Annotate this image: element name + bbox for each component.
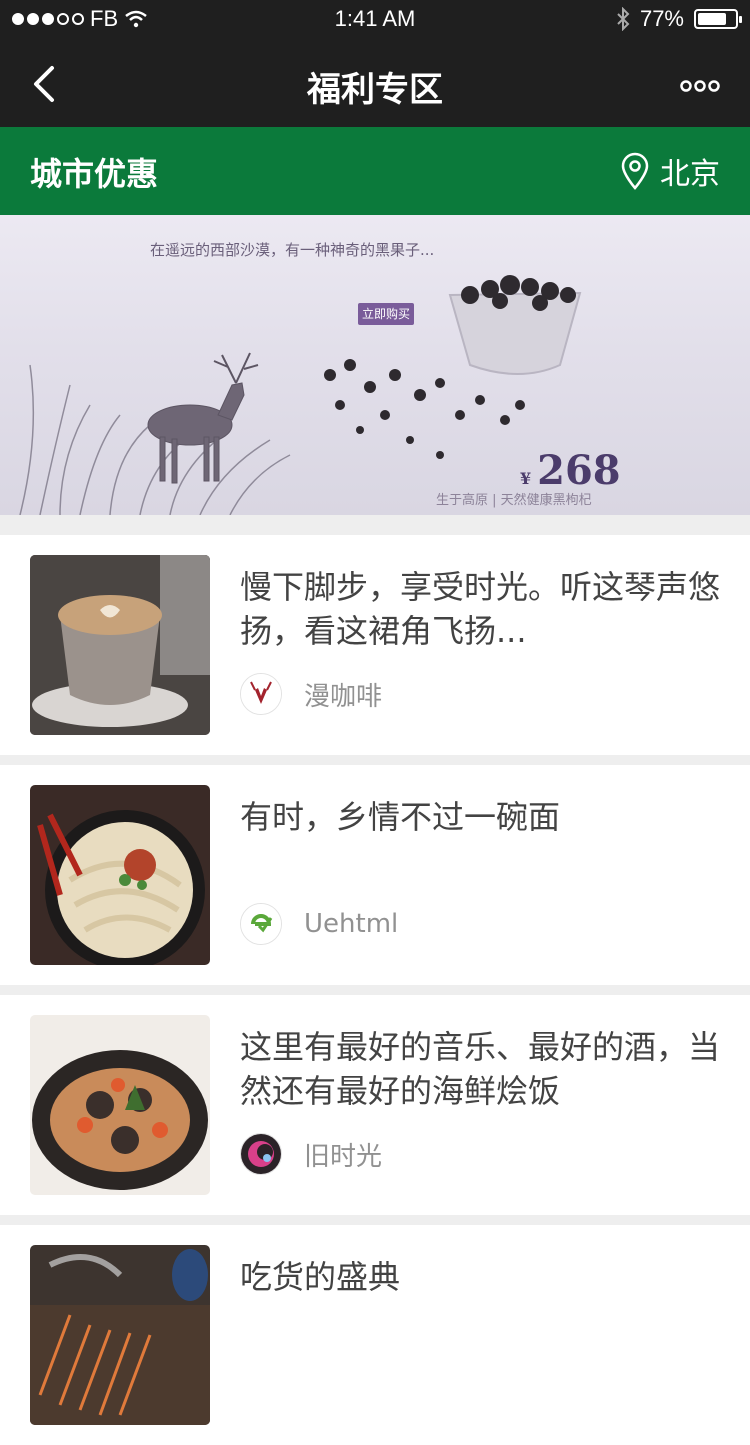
status-right: 77% (616, 6, 742, 32)
more-icon[interactable] (680, 76, 720, 96)
article-card[interactable]: 吃货的盛典 (0, 1225, 750, 1445)
article-title: 有时，乡情不过一碗面 (240, 798, 561, 836)
author-avatar (240, 1133, 282, 1175)
author-name: 旧时光 (304, 1141, 383, 1172)
battery-icon (694, 9, 742, 29)
banner-artwork (19, 275, 582, 515)
battery-percent: 77% (639, 6, 684, 31)
location-pin-icon (621, 152, 649, 190)
article-title: 这里有最好的音乐、最好的酒，当然还有最好的海鲜烩饭 (240, 1028, 721, 1110)
price-value: 268 (537, 447, 621, 494)
author-name: 漫咖啡 (304, 681, 383, 712)
nav-bar: 福利专区 (0, 40, 750, 127)
city-selector[interactable]: 北京 (620, 149, 720, 193)
article-thumbnail (30, 1015, 210, 1195)
article-thumbnail (30, 785, 210, 965)
article-title: 慢下脚步，享受时光。听这琴声悠扬，看这裙角飞扬... (240, 568, 721, 650)
article-thumbnail (30, 555, 210, 735)
author-avatar (240, 903, 282, 945)
article-author[interactable]: 漫咖啡 (240, 673, 382, 715)
nav-title: 福利专区 (307, 70, 443, 110)
city-deals-header: 城市优惠 北京 (0, 127, 750, 215)
battery-level-fill (698, 13, 726, 25)
city-label: 北京 (660, 157, 720, 192)
article-card[interactable]: 有时，乡情不过一碗面 Uehtml (0, 765, 750, 985)
bluetooth-icon (617, 7, 630, 31)
article-title: 吃货的盛典 (240, 1258, 401, 1296)
status-bar: FB 1:41 AM 77% (0, 0, 750, 40)
banner-subtitle: 生于高原 | 天然健康黑枸杞 (436, 493, 592, 508)
promo-banner[interactable]: 在遥远的西部沙漠，有一种神奇的黑果子... 立即购买 ¥ 268 生于高原 | … (0, 215, 750, 515)
article-card[interactable]: 这里有最好的音乐、最好的酒，当然还有最好的海鲜烩饭 旧时光 (0, 995, 750, 1215)
currency-symbol: ¥ (520, 469, 532, 488)
article-author[interactable]: 旧时光 (240, 1133, 382, 1175)
article-card[interactable]: 慢下脚步，享受时光。听这琴声悠扬，看这裙角飞扬... 漫咖啡 (0, 535, 750, 755)
author-avatar (240, 673, 282, 715)
banner-price: ¥268 (520, 447, 621, 494)
article-thumbnail (30, 1245, 210, 1425)
article-author[interactable]: Uehtml (240, 903, 398, 945)
author-name: Uehtml (304, 909, 399, 939)
section-title: 城市优惠 (30, 155, 159, 193)
